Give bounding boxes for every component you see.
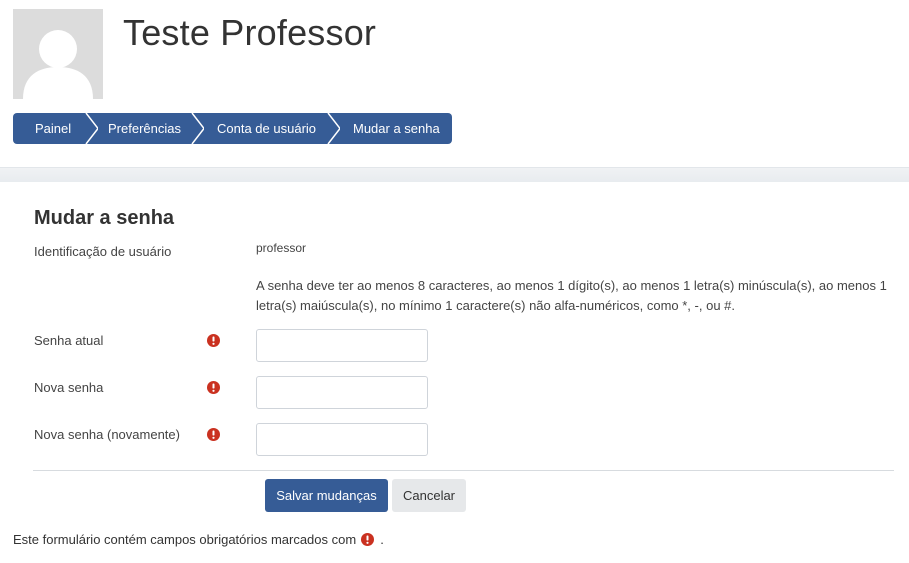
breadcrumb-separator: [84, 113, 98, 144]
page-title: Mudar a senha: [34, 207, 175, 229]
username-value: professor: [256, 241, 307, 255]
breadcrumb-separator: [326, 113, 340, 144]
breadcrumb-item-mudar-a-senha[interactable]: Mudar a senha: [328, 113, 452, 144]
profile-name: Teste Professor: [123, 12, 377, 53]
header-divider: [0, 167, 909, 182]
avatar: [13, 9, 103, 99]
new-password-label: Nova senha: [34, 380, 104, 395]
new-password-again-label: Nova senha (novamente): [34, 427, 180, 442]
breadcrumb-label: Mudar a senha: [353, 121, 440, 136]
breadcrumb-label: Conta de usuário: [217, 121, 317, 136]
breadcrumb-separator: [190, 113, 204, 144]
current-password-label: Senha atual: [34, 333, 104, 348]
cancel-button[interactable]: Cancelar: [392, 479, 466, 512]
required-note-end: .: [380, 532, 384, 547]
new-password-input[interactable]: [256, 376, 428, 409]
breadcrumb-item-conta-de-usuario[interactable]: Conta de usuário: [192, 113, 340, 144]
password-policy-text: A senha deve ter ao menos 8 caracteres, …: [256, 278, 887, 313]
required-fields-note: Este formulário contém campos obrigatóri…: [13, 532, 384, 547]
breadcrumb: Painel Preferências Conta de usuário Mud…: [13, 113, 452, 144]
exclamation-circle-icon: [361, 533, 375, 546]
current-password-input[interactable]: [256, 329, 428, 362]
exclamation-circle-icon: [207, 381, 220, 394]
required-note-text: Este formulário contém campos obrigatóri…: [13, 532, 357, 547]
username-label: Identificação de usuário: [34, 244, 172, 259]
exclamation-circle-icon: [207, 428, 220, 441]
form-divider: [33, 470, 894, 471]
user-silhouette-icon: [13, 9, 103, 99]
new-password-again-input[interactable]: [256, 423, 428, 456]
breadcrumb-label: Preferências: [108, 121, 181, 136]
breadcrumb-item-painel[interactable]: Painel: [13, 113, 98, 144]
breadcrumb-item-preferencias[interactable]: Preferências: [86, 113, 204, 144]
exclamation-circle-icon: [207, 334, 220, 347]
save-changes-button[interactable]: Salvar mudanças: [265, 479, 388, 512]
breadcrumb-label: Painel: [35, 121, 72, 136]
